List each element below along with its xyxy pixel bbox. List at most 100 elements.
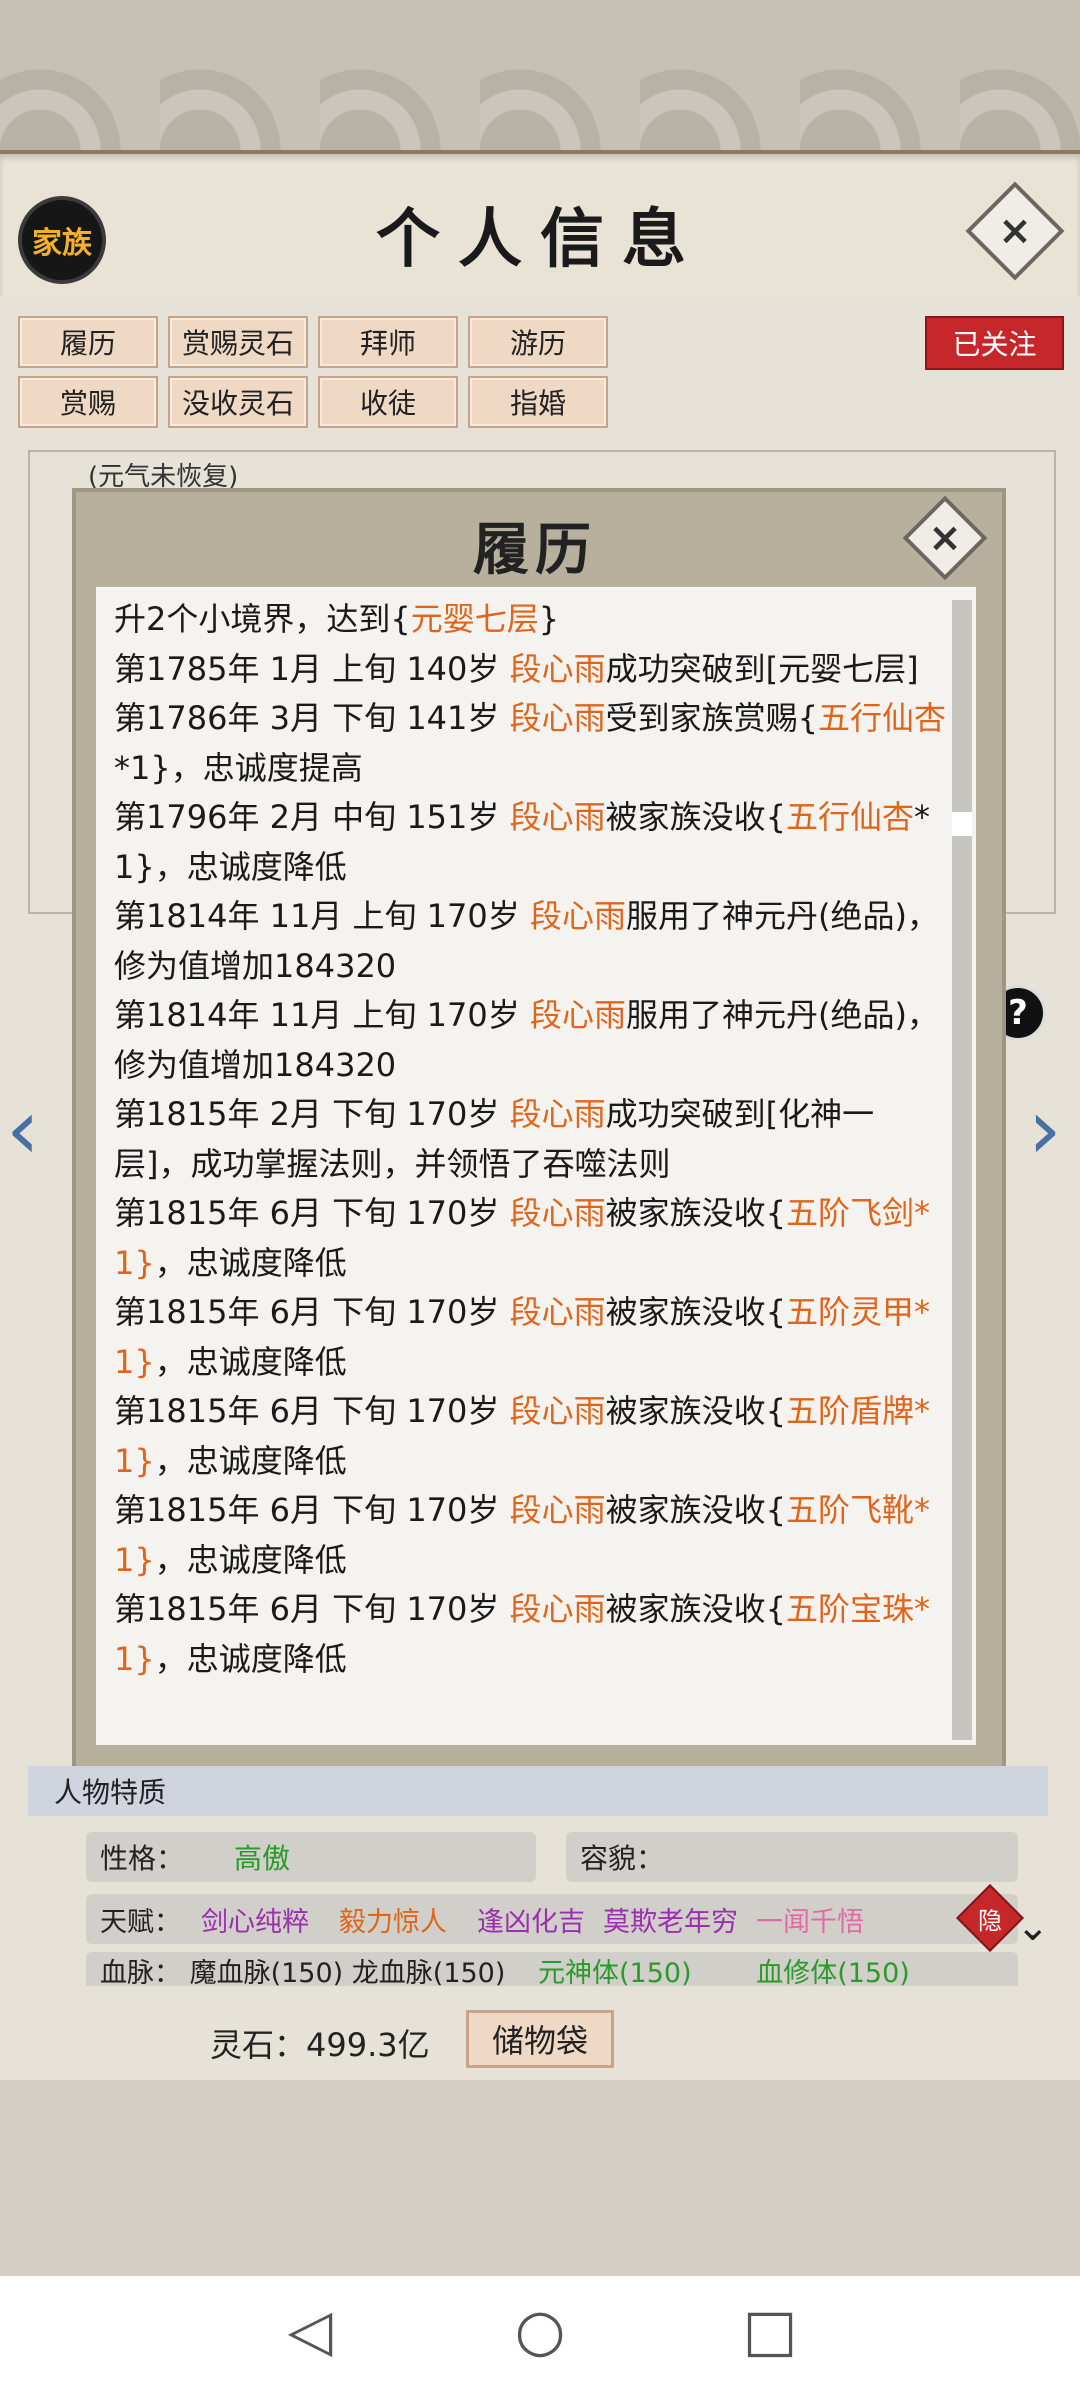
entry-text: 第1786年 3月 下旬 141岁 — [114, 699, 510, 737]
entry-text: ，忠诚度降低 — [154, 1342, 347, 1381]
highlight-text: 段心雨 — [509, 1194, 606, 1232]
tab-apprentice[interactable]: 拜师 — [318, 316, 458, 368]
tab-confiscate-stones[interactable]: 没收灵石 — [168, 376, 308, 428]
entry-text: 受到家族赏赐{ — [605, 699, 818, 737]
history-log-text: 升2个小境界，达到{元婴七层} 第1785年 1月 上旬 140岁 段心雨成功突破… — [114, 595, 950, 1684]
close-icon: × — [998, 208, 1032, 254]
hide-badge-label: 隐 — [978, 1906, 1002, 1935]
entry-text: } — [538, 600, 560, 638]
close-icon: × — [928, 515, 962, 561]
entry-text: 第1815年 6月 下旬 170岁 — [114, 1194, 510, 1232]
history-entry: 第1815年 6月 下旬 170岁 段心雨被家族没收{五阶飞靴*1}，忠诚度降低 — [114, 1486, 950, 1585]
entry-text: ，忠诚度降低 — [154, 1540, 347, 1579]
highlight-text: 元婴七层 — [410, 600, 539, 638]
scrollbar[interactable] — [952, 600, 972, 1740]
tab-reward-stones[interactable]: 赏赐灵石 — [168, 316, 308, 368]
highlight-text: 五行仙杏 — [785, 798, 914, 836]
bloodline-2: 龙血脉(150) — [351, 1958, 506, 1986]
talent-5[interactable]: 一闻千悟 — [756, 1900, 864, 1939]
talent-1[interactable]: 剑心纯粹 — [201, 1900, 309, 1939]
entry-text: 第1815年 2月 下旬 170岁 — [114, 1095, 510, 1133]
highlight-text: 段心雨 — [509, 1590, 606, 1628]
entry-text: 第1796年 2月 中旬 151岁 — [114, 798, 510, 836]
entry-text: 被家族没收{ — [605, 798, 786, 836]
history-entry: 第1815年 6月 下旬 170岁 段心雨被家族没收{五阶飞剑*1}，忠诚度降低 — [114, 1189, 950, 1288]
highlight-text: 段心雨 — [509, 1491, 606, 1529]
entry-text: *1}，忠诚度提高 — [114, 748, 363, 787]
traits-header: 人物特质 — [28, 1766, 1048, 1816]
spirit-stone-count: 灵石：499.3亿 — [210, 2026, 430, 2064]
tab-marriage[interactable]: 指婚 — [468, 376, 608, 428]
bloodline-label: 血脉： — [100, 1958, 181, 1986]
history-entry: 第1814年 11月 上旬 170岁 段心雨服用了神元丹(绝品)，修为值增加18… — [114, 991, 950, 1090]
bloodline-4: 血修体(150) — [756, 1958, 910, 1986]
talent-4[interactable]: 莫欺老年穷 — [603, 1900, 738, 1939]
entry-text: 被家族没收{ — [605, 1491, 786, 1529]
bloodline-1: 魔血脉(150) — [189, 1958, 344, 1986]
top-decor — [0, 0, 1080, 150]
history-entry: 第1815年 2月 下旬 170岁 段心雨成功突破到[化神一层]，成功掌握法则，… — [114, 1090, 950, 1189]
history-entry: 第1815年 6月 下旬 170岁 段心雨被家族没收{五阶盾牌*1}，忠诚度降低 — [114, 1387, 950, 1486]
entry-text: ，忠诚度降低 — [154, 1243, 347, 1282]
tab-disciple[interactable]: 收徒 — [318, 376, 458, 428]
history-log[interactable]: 升2个小境界，达到{元婴七层} 第1785年 1月 上旬 140岁 段心雨成功突破… — [96, 587, 976, 1745]
entry-text: ，忠诚度降低 — [154, 1441, 347, 1480]
entry-text: 被家族没收{ — [605, 1293, 786, 1331]
history-entry: 升2个小境界，达到{元婴七层} — [114, 595, 950, 645]
bloodline-3: 元神体(150) — [538, 1958, 692, 1986]
talent-row: 天赋： 剑心纯粹 毅力惊人 逢凶化吉 莫欺老年穷 一闻千悟 — [86, 1894, 1018, 1944]
home-nav-icon[interactable]: ○ — [510, 2296, 570, 2364]
appearance-row: 容貌： — [566, 1832, 1018, 1882]
highlight-text: 段心雨 — [529, 897, 626, 935]
entry-text: 第1785年 1月 上旬 140岁 — [114, 649, 510, 688]
highlight-text: 段心雨 — [509, 798, 606, 836]
highlight-text: 段心雨 — [509, 1095, 606, 1133]
page-title: 个人信息 — [376, 202, 704, 277]
highlight-text: 段心雨 — [509, 1293, 606, 1331]
back-nav-icon[interactable]: ◁ — [280, 2296, 340, 2364]
talent-label: 天赋： — [100, 1906, 181, 1938]
highlight-text: 段心雨 — [509, 699, 606, 737]
talent-3[interactable]: 逢凶化吉 — [477, 1900, 585, 1939]
personality-value: 高傲 — [234, 1842, 291, 1875]
personality-row: 性格： 高傲 — [86, 1832, 536, 1882]
highlight-text: 段心雨 — [509, 1392, 606, 1430]
modal-title: 履历 — [473, 517, 597, 583]
appearance-label: 容貌： — [580, 1842, 665, 1875]
scroll-thumb[interactable] — [952, 812, 972, 836]
prev-arrow-icon[interactable]: ‹ — [6, 1080, 40, 1178]
storage-bag-button[interactable]: 储物袋 — [466, 2010, 614, 2068]
entry-text: 被家族没收{ — [605, 1590, 786, 1628]
entry-text: 第1815年 6月 下旬 170岁 — [114, 1491, 510, 1529]
history-entry: 第1796年 2月 中旬 151岁 段心雨被家族没收{五行仙杏*1}，忠诚度降低 — [114, 793, 950, 892]
clan-button[interactable]: 家族 — [18, 196, 106, 284]
entry-text: 被家族没收{ — [605, 1194, 786, 1232]
entry-text: 成功突破到[元婴七层] — [605, 649, 919, 688]
tab-reward[interactable]: 赏赐 — [18, 376, 158, 428]
entry-text: 升2个小境界，达到{ — [114, 600, 411, 638]
entry-text: 第1815年 6月 下旬 170岁 — [114, 1590, 510, 1628]
entry-text: 第1814年 11月 上旬 170岁 — [114, 897, 530, 935]
history-entry: 第1786年 3月 下旬 141岁 段心雨受到家族赏赐{五行仙杏 *1}，忠诚度提… — [114, 694, 950, 793]
tab-travel[interactable]: 游历 — [468, 316, 608, 368]
chevron-down-icon[interactable]: ⌄ — [1016, 1904, 1050, 1950]
highlight-text: 段心雨 — [529, 996, 626, 1034]
entry-text: 第1815年 6月 下旬 170岁 — [114, 1392, 510, 1430]
entry-text: ，忠诚度降低 — [154, 1639, 347, 1678]
tab-history[interactable]: 履历 — [18, 316, 158, 368]
history-entry: 第1785年 1月 上旬 140岁 段心雨成功突破到[元婴七层] — [114, 645, 950, 695]
bloodline-row: 血脉： 魔血脉(150) 龙血脉(150) 元神体(150) 血修体(150) — [86, 1952, 1018, 1986]
next-arrow-icon[interactable]: › — [1028, 1080, 1062, 1178]
history-entry: 第1815年 6月 下旬 170岁 段心雨被家族没收{五阶宝珠*1}，忠诚度降低 — [114, 1585, 950, 1684]
personality-label: 性格： — [100, 1842, 185, 1875]
followed-badge[interactable]: 已关注 — [925, 316, 1064, 370]
recents-nav-icon[interactable]: □ — [740, 2296, 800, 2364]
entry-text: 第1815年 6月 下旬 170岁 — [114, 1293, 510, 1331]
highlight-text: 段心雨 — [509, 649, 606, 688]
highlight-text: 五行仙杏 — [817, 699, 946, 737]
entry-text: 第1814年 11月 上旬 170岁 — [114, 996, 530, 1034]
history-entry: 第1815年 6月 下旬 170岁 段心雨被家族没收{五阶灵甲*1}，忠诚度降低 — [114, 1288, 950, 1387]
entry-text: 被家族没收{ — [605, 1392, 786, 1430]
history-entry: 第1814年 11月 上旬 170岁 段心雨服用了神元丹(绝品)，修为值增加18… — [114, 892, 950, 991]
talent-2[interactable]: 毅力惊人 — [339, 1900, 447, 1939]
